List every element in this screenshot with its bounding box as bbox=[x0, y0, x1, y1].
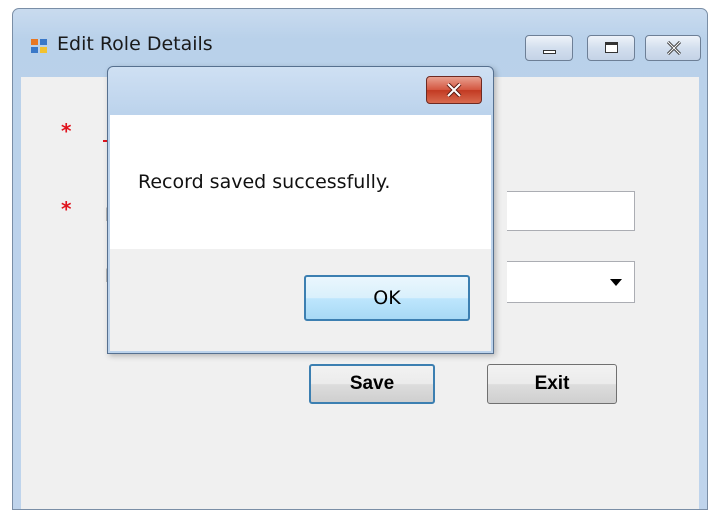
exit-button[interactable]: Exit bbox=[487, 364, 617, 404]
maximize-button[interactable] bbox=[587, 35, 635, 61]
window-close-button[interactable] bbox=[645, 35, 701, 61]
app-form-icon bbox=[31, 39, 49, 55]
dialog-close-button[interactable] bbox=[426, 76, 482, 104]
window-title: Edit Role Details bbox=[57, 33, 213, 55]
chevron-down-icon bbox=[610, 279, 622, 286]
message-dialog: Record saved successfully. OK bbox=[107, 66, 494, 354]
dialog-message-area: Record saved successfully. bbox=[110, 115, 491, 249]
save-button[interactable]: Save bbox=[309, 364, 435, 404]
ok-button[interactable]: OK bbox=[304, 275, 470, 321]
close-icon bbox=[446, 83, 462, 97]
required-marker: * bbox=[61, 197, 72, 221]
minimize-button[interactable] bbox=[525, 35, 573, 61]
dialog-message: Record saved successfully. bbox=[138, 171, 391, 193]
required-marker: * bbox=[61, 119, 72, 143]
minimize-icon bbox=[543, 50, 556, 54]
role-name-input[interactable] bbox=[507, 191, 635, 231]
close-icon bbox=[666, 41, 682, 55]
dialog-button-bar: OK bbox=[110, 249, 491, 351]
role-type-dropdown[interactable] bbox=[507, 261, 635, 303]
maximize-icon bbox=[605, 42, 618, 53]
